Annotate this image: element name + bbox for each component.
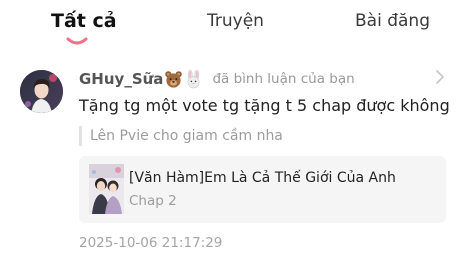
story-title: [Văn Hàm]Em Là Cả Thế Giới Của Anh [129, 170, 396, 186]
timestamp: 2025-10-06 21:17:29 [79, 235, 223, 251]
story-cover [89, 164, 124, 214]
notification-header: GHuy_Sữa đã bình luận của bạn [79, 67, 355, 91]
tab-all[interactable]: Tất cả [51, 10, 117, 32]
story-chapter: Chap 2 [129, 193, 177, 209]
user-avatar[interactable] [20, 70, 63, 113]
avatar-photo-icon [20, 70, 63, 113]
notification-tabs: Tất cả Truyện Bài đăng [0, 0, 465, 48]
bear-face-icon [165, 70, 183, 88]
username[interactable]: GHuy_Sữa [79, 70, 163, 88]
tab-posts[interactable]: Bài đăng [355, 11, 430, 31]
story-cover-icon [89, 164, 124, 214]
notification-action: đã bình luận của bạn [212, 71, 355, 87]
chevron-right-icon[interactable] [435, 70, 445, 84]
comment-text: Tặng tg một vote tg tặng t 5 chap được k… [79, 96, 450, 115]
quoted-reply: Lên Pvie cho giam cầm nha [79, 126, 283, 146]
notifications-page: Tất cả Truyện Bài đăng GHuy_Sữa đã bình … [0, 0, 465, 258]
story-card[interactable]: [Văn Hàm]Em Là Cả Thế Giới Của Anh Chap … [79, 156, 446, 223]
rabbit-face-icon [188, 69, 200, 88]
tab-stories[interactable]: Truyện [207, 11, 264, 31]
active-tab-indicator [66, 37, 88, 45]
comment-notification[interactable]: GHuy_Sữa đã bình luận của bạn Tặng tg mộ… [0, 62, 465, 258]
